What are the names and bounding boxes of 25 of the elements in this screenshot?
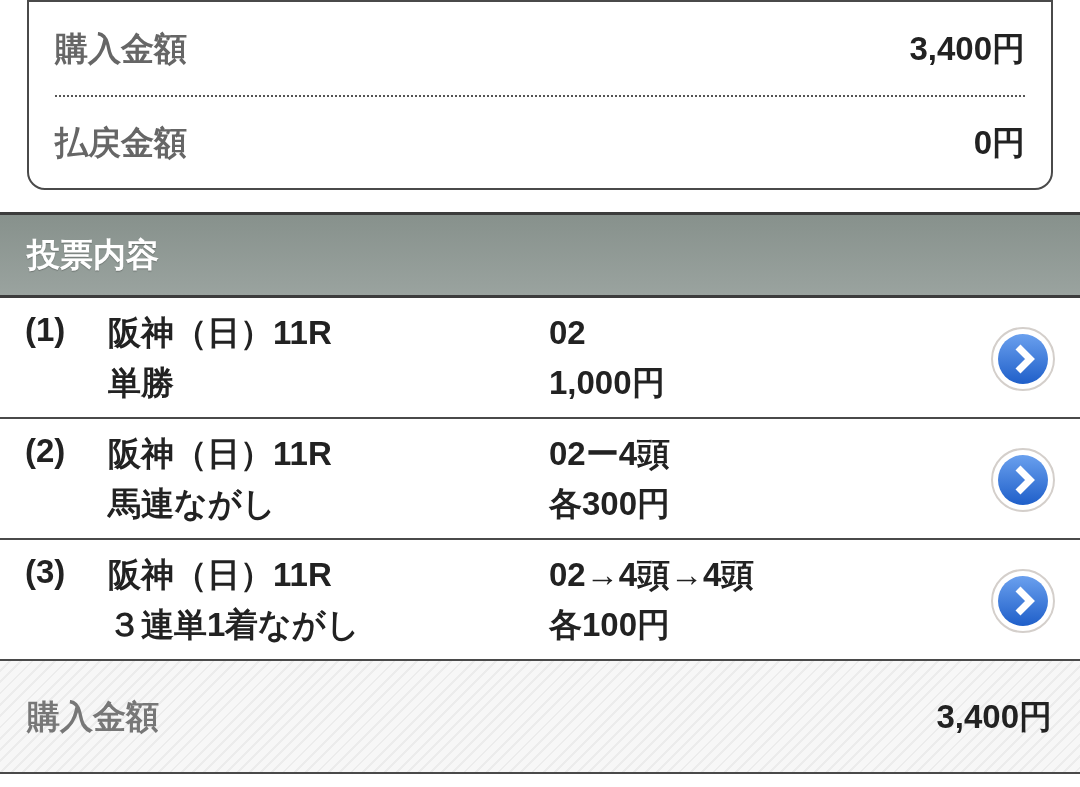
bet-selection: 02 <box>549 313 586 353</box>
bet-type: 単勝 <box>108 363 174 403</box>
chevron-right-circle-icon[interactable] <box>990 448 1056 514</box>
race-name: 阪神（日）11R <box>108 555 332 595</box>
total-value: 3,400円 <box>936 696 1052 737</box>
race-name: 阪神（日）11R <box>108 434 332 474</box>
bet-selection: 02→4頭→4頭 <box>549 555 755 595</box>
bet-amount: 各300円 <box>549 484 671 524</box>
bet-amount: 1,000円 <box>549 363 665 403</box>
bet-number: (2) <box>25 431 67 471</box>
section-title: 投票内容 <box>27 235 159 276</box>
total-label: 購入金額 <box>27 696 159 737</box>
amount-label: 購入金額 <box>55 28 187 69</box>
bet-number: (3) <box>25 552 67 592</box>
bet-number: (1) <box>25 310 67 350</box>
chevron-right-circle-icon[interactable] <box>990 327 1056 393</box>
amount-value: 3,400円 <box>909 28 1025 69</box>
bet-type: 馬連ながし <box>108 484 276 524</box>
race-name: 阪神（日）11R <box>108 313 332 353</box>
bet-type: ３連単1着ながし <box>108 605 361 645</box>
amount-value: 0円 <box>973 122 1025 163</box>
bet-selection: 02ー4頭 <box>549 434 671 474</box>
amount-label: 払戻金額 <box>55 122 187 163</box>
chevron-right-circle-icon[interactable] <box>990 569 1056 635</box>
bet-amount: 各100円 <box>549 605 671 645</box>
